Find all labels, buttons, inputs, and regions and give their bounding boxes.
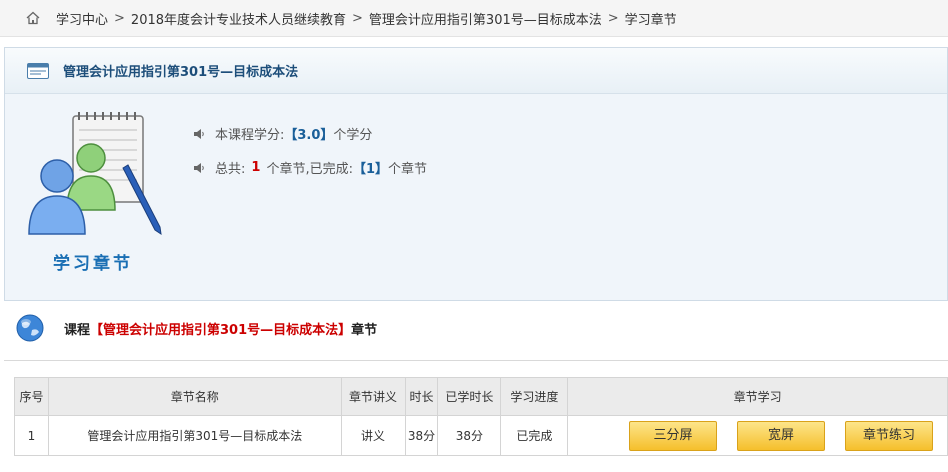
- total-chapters: 1: [251, 160, 261, 175]
- total-prefix: 总共:: [215, 162, 246, 177]
- completed-value: 【1】: [352, 162, 388, 177]
- cell-chapter-name: 管理会计应用指引第301号—目标成本法: [47, 415, 342, 456]
- speaker-icon: [194, 162, 204, 173]
- total-middle: 个章节,已完成:: [266, 162, 353, 177]
- speaker-icon: [194, 128, 204, 139]
- header-index: 序号: [14, 377, 49, 416]
- table-row: 1 管理会计应用指引第301号—目标成本法 讲义 38分 38分 已完成 三分屏…: [14, 415, 948, 456]
- credit-prefix: 本课程学分:: [215, 128, 285, 143]
- header-progress: 学习进度: [500, 377, 569, 416]
- illustration-title: 学习章节: [53, 254, 133, 274]
- handout-link[interactable]: 讲义: [340, 415, 406, 456]
- study-illustration: [28, 112, 162, 236]
- divider: [4, 360, 948, 361]
- credit-suffix: 个学分: [333, 128, 373, 143]
- breadcrumb-item-course[interactable]: 管理会计应用指引第301号—目标成本法: [369, 9, 602, 28]
- cell-progress: 已完成: [500, 415, 569, 456]
- cell-duration: 38分: [404, 415, 439, 456]
- panel-header: 管理会计应用指引第301号—目标成本法: [5, 48, 947, 94]
- chapter-count-info: 总共: 1 个章节,已完成: 【1】 个章节: [193, 158, 427, 177]
- header-handout: 章节讲义: [340, 377, 406, 416]
- card-icon: [27, 62, 49, 79]
- header-chapter-name: 章节名称: [47, 377, 342, 416]
- home-icon[interactable]: [26, 11, 40, 25]
- breadcrumb-separator: >: [607, 10, 619, 26]
- course-info-panel: 管理会计应用指引第301号—目标成本法 学习章节 本课程学分: 【3.0】 个学…: [4, 47, 948, 301]
- credit-value: 【3.0】: [284, 128, 334, 143]
- header-study-actions: 章节学习: [567, 377, 948, 416]
- completed-suffix: 个章节: [388, 162, 428, 177]
- header-duration: 时长: [404, 377, 439, 416]
- chapter-practice-button[interactable]: 章节练习: [845, 420, 933, 451]
- cell-index: 1: [14, 415, 49, 456]
- breadcrumb-separator: >: [114, 10, 125, 26]
- table-header-row: 序号 章节名称 章节讲义 时长 已学时长 学习进度 章节学习: [14, 377, 948, 416]
- course-chapter-heading: 课程 【管理会计应用指引第301号—目标成本法】 章节: [16, 314, 377, 342]
- globe-icon: [16, 314, 44, 342]
- breadcrumb-item-study-center[interactable]: 学习中心: [56, 9, 108, 28]
- header-studied: 已学时长: [437, 377, 502, 416]
- chapters-table: 序号 章节名称 章节讲义 时长 已学时长 学习进度 章节学习 1 管理会计应用指…: [14, 377, 948, 456]
- panel-title: 管理会计应用指引第301号—目标成本法: [63, 65, 299, 80]
- cell-actions: 三分屏 宽屏 章节练习: [567, 415, 948, 456]
- course-suffix: 章节: [351, 322, 378, 338]
- split-screen-button[interactable]: 三分屏: [629, 420, 717, 451]
- breadcrumb-separator: >: [352, 10, 363, 26]
- credit-info: 本课程学分: 【3.0】 个学分: [193, 124, 372, 143]
- course-label: 课程: [64, 322, 91, 338]
- course-name: 【管理会计应用指引第301号—目标成本法】: [90, 322, 352, 338]
- cell-studied: 38分: [437, 415, 502, 456]
- breadcrumb-item-continuing-education[interactable]: 2018年度会计专业技术人员继续教育: [131, 9, 346, 28]
- breadcrumb-item-current: 学习章节: [624, 12, 677, 28]
- breadcrumb: 学习中心 > 2018年度会计专业技术人员继续教育 > 管理会计应用指引第301…: [0, 0, 948, 37]
- wide-screen-button[interactable]: 宽屏: [737, 420, 825, 451]
